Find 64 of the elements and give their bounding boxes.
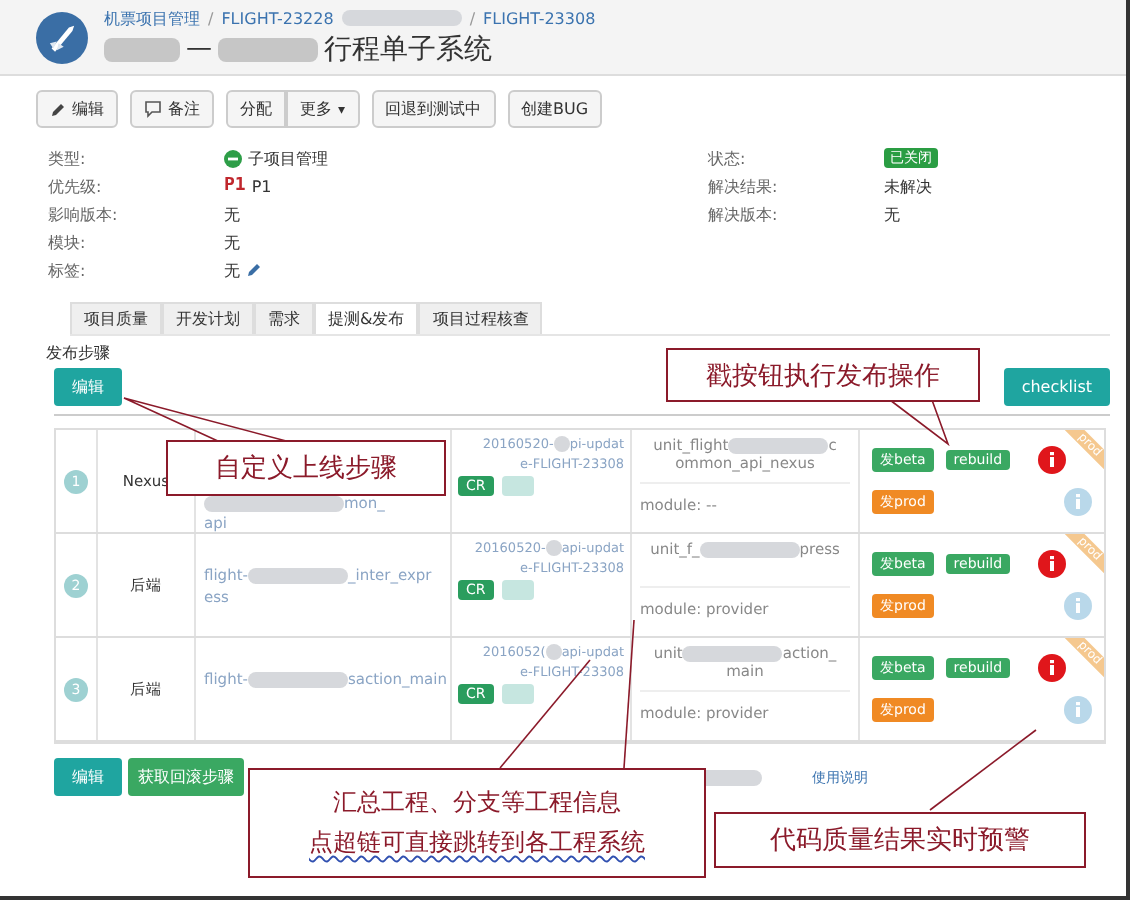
field-label: 状态:	[708, 147, 748, 169]
section-label: 发布步骤	[46, 344, 110, 362]
rocket-logo-icon	[36, 11, 88, 63]
breadcrumb-link[interactable]: 机票项目管理	[104, 7, 200, 29]
callout-text: 点超链可直接跳转到各工程系统	[309, 826, 645, 860]
page-title: 行程单子系统	[324, 31, 492, 67]
alert-icon[interactable]	[1038, 446, 1067, 474]
field-value: 无	[224, 259, 240, 281]
pencil-icon[interactable]	[246, 262, 262, 278]
field-value: P1	[251, 177, 272, 195]
title-dash: —	[186, 34, 212, 64]
redaction-blur	[247, 567, 348, 584]
edit-button[interactable]: 编辑	[54, 368, 122, 406]
redaction-blur	[545, 644, 562, 661]
tab[interactable]: 开发计划	[162, 302, 254, 334]
callout: 自定义上线步骤	[166, 440, 446, 496]
callout: 代码质量结果实时预警	[714, 812, 1086, 868]
field-value: 无	[224, 203, 240, 225]
comment-icon	[144, 100, 162, 118]
breadcrumb-link[interactable]: FLIGHT-23308	[483, 9, 596, 27]
field-label: 模块:	[48, 231, 88, 253]
leader-line	[929, 729, 1037, 811]
tab[interactable]: 提测&发布	[314, 302, 419, 334]
toolbar-button[interactable]: 创建BUG	[507, 90, 603, 128]
redaction-blur	[341, 10, 462, 26]
field-value: 未解决	[884, 175, 932, 197]
tab[interactable]: 项目过程核查	[418, 302, 543, 334]
redaction-blur	[218, 37, 318, 61]
callout: 戳按钮执行发布操作	[666, 348, 980, 402]
toolbar-button[interactable]: 分配	[226, 90, 286, 128]
tab[interactable]: 项目质量	[70, 302, 162, 334]
toolbar-button[interactable]: 编辑	[36, 90, 118, 128]
redaction-blur	[247, 671, 348, 688]
redaction-blur	[104, 37, 180, 61]
breadcrumb-separator: /	[208, 9, 214, 27]
leader-line	[889, 399, 950, 447]
field-label: 影响版本:	[48, 203, 120, 225]
rollback-button[interactable]: 获取回滚步骤	[128, 758, 244, 796]
redaction-blur	[728, 437, 829, 454]
tab[interactable]: 需求	[254, 302, 314, 334]
field-value: 无	[224, 231, 240, 253]
field-label: 解决版本:	[708, 203, 780, 225]
field-label: 标签:	[48, 259, 88, 281]
breadcrumb-separator: /	[469, 9, 476, 27]
redaction-blur	[553, 436, 570, 453]
field-label: 优先级:	[48, 175, 104, 197]
field-label: 解决结果:	[708, 175, 780, 197]
pencil-icon	[50, 101, 66, 117]
field-label: 类型:	[48, 147, 88, 169]
alert-icon[interactable]	[1038, 654, 1067, 682]
minus-circle-icon	[224, 149, 242, 167]
toolbar-button[interactable]: 备注	[130, 90, 214, 128]
callout-text: 汇总工程、分支等工程信息	[333, 786, 621, 820]
alert-icon[interactable]	[1038, 550, 1067, 578]
priority-label: P1	[224, 176, 246, 196]
redaction-blur	[682, 645, 783, 662]
edit-button[interactable]: 编辑	[54, 758, 122, 796]
field-value: 子项目管理	[248, 147, 328, 169]
redaction-blur	[699, 541, 800, 558]
field-value: 无	[884, 203, 900, 225]
breadcrumb-link[interactable]: FLIGHT-23228	[221, 9, 334, 27]
checklist-button[interactable]: checklist	[1003, 368, 1110, 406]
toolbar-button[interactable]: 回退到测试中	[371, 90, 496, 128]
redaction-blur	[545, 540, 562, 557]
